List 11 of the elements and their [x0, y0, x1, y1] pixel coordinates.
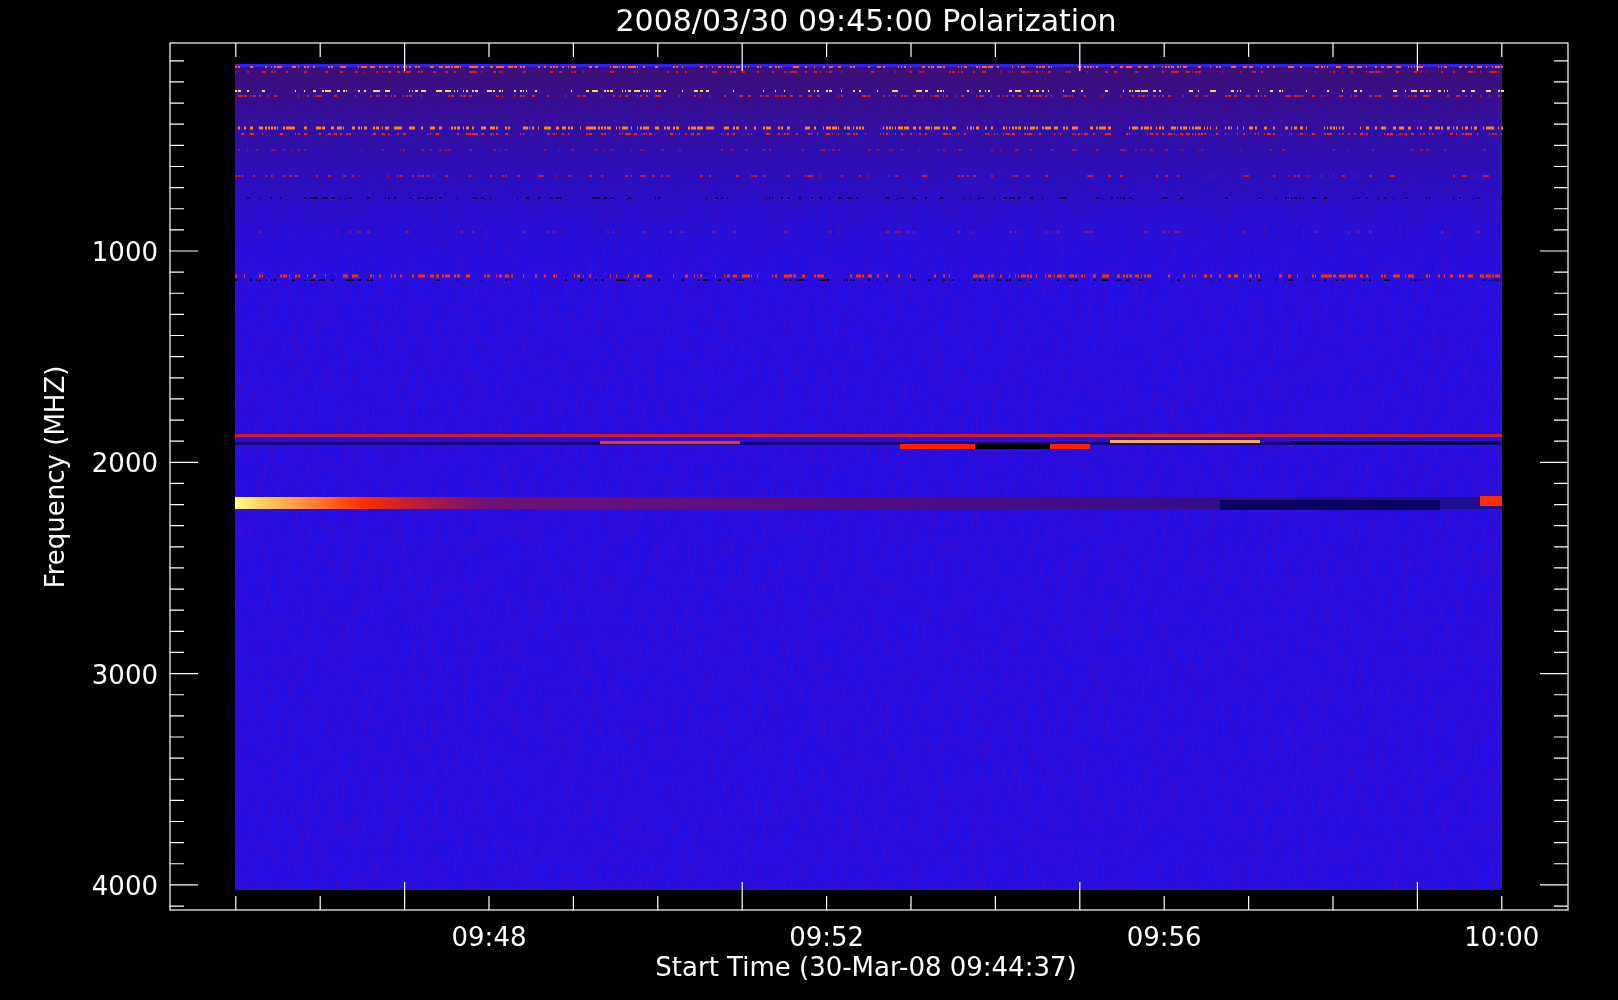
x-axis-label: Start Time (30-Mar-08 09:44:37)	[655, 952, 1077, 982]
x-tick-label: 09:56	[1126, 922, 1202, 952]
y-axis-label: Frequency (MHZ)	[40, 365, 70, 589]
y-tick-label: 3000	[91, 659, 158, 690]
y-tick-label: 1000	[91, 237, 158, 267]
x-tick-label: 09:52	[789, 922, 865, 952]
y-tick-label: 2000	[91, 448, 158, 479]
x-tick-label: 10:00	[1464, 922, 1540, 952]
chart-title: 2008/03/30 09:45:00 Polarization	[615, 3, 1117, 38]
y-tick-label: 4000	[91, 870, 158, 901]
x-tick-label: 09:48	[451, 922, 527, 952]
